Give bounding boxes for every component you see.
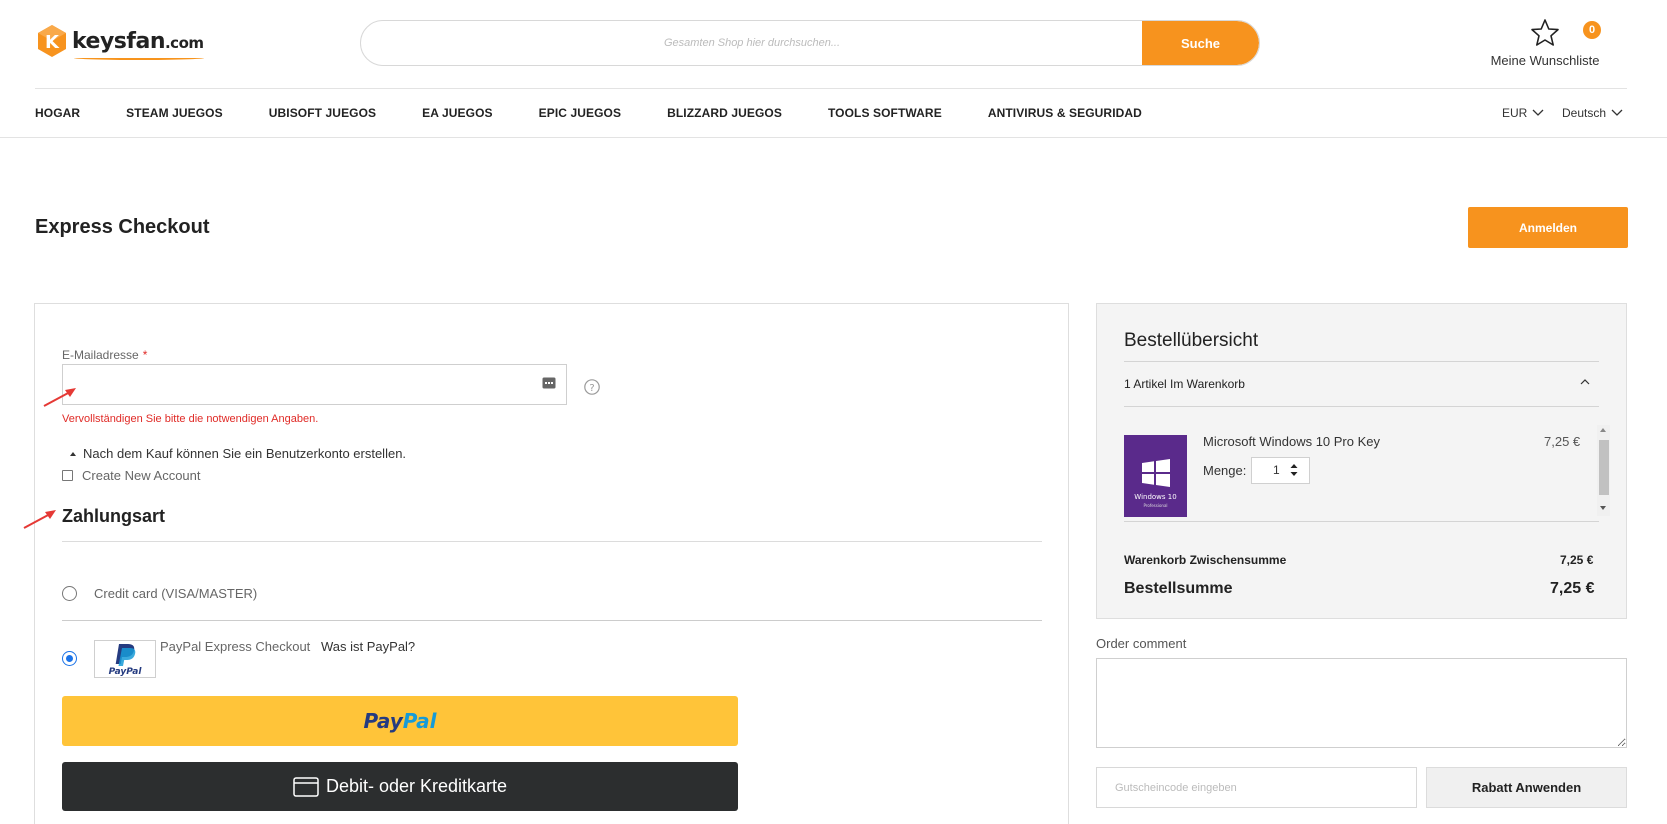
create-account-checkbox[interactable] (62, 470, 73, 481)
email-label: E-Mailadresse * (62, 348, 148, 362)
currency-label: EUR (1502, 106, 1528, 120)
language-label: Deutsch (1562, 106, 1607, 120)
paypal-logo: PayPal (94, 640, 156, 678)
chevron-down-icon (1611, 109, 1623, 116)
red-arrow-icon (23, 510, 56, 529)
site-logo[interactable]: K keysfan.com (35, 24, 204, 60)
currency-switcher[interactable]: EUR (1502, 106, 1544, 120)
nav-divider (0, 137, 1667, 138)
summary-divider (1124, 406, 1599, 407)
subtotal-value: 7,25 € (1560, 553, 1594, 567)
login-button[interactable]: Anmelden (1468, 207, 1628, 248)
create-account-label: Create New Account (82, 468, 201, 483)
svg-text:K: K (45, 32, 60, 53)
payment-option-divider (62, 620, 1042, 621)
red-arrow-icon (43, 388, 76, 407)
star-icon (1531, 19, 1559, 46)
wishlist-count-badge: 0 (1583, 21, 1601, 39)
nav-item-tools[interactable]: TOOLS SOFTWARE (828, 106, 942, 120)
search-button[interactable]: Suche (1142, 21, 1259, 65)
header-divider (35, 88, 1627, 89)
order-comment-label: Order comment (1096, 636, 1187, 651)
paypal-label[interactable]: PayPal Express Checkout (160, 639, 310, 654)
nav-item-blizzard[interactable]: BLIZZARD JUEGOS (667, 106, 782, 120)
credit-card-icon (293, 776, 319, 797)
total-value: 7,25 € (1550, 580, 1595, 597)
keyboard-icon[interactable] (542, 376, 556, 390)
product-image: Windows 10 Professional (1124, 435, 1187, 517)
svg-text:?: ? (589, 383, 594, 394)
order-comment-field[interactable] (1096, 658, 1627, 748)
payment-divider (62, 541, 1042, 542)
total-label: Bestellsumme (1124, 580, 1233, 597)
credit-card-label[interactable]: Credit card (VISA/MASTER) (94, 586, 257, 601)
what-is-paypal-link[interactable]: Was ist PayPal? (321, 639, 415, 654)
spinner-arrows-icon[interactable] (1290, 463, 1298, 477)
cart-scrollbar-thumb[interactable] (1599, 440, 1609, 495)
windows-logo-icon (1142, 459, 1170, 487)
logo-k-icon: K (38, 25, 66, 57)
product-price: 7,25 € (1544, 434, 1581, 449)
cart-count-toggle[interactable]: 1 Artikel Im Warenkorb (1124, 377, 1245, 391)
apply-coupon-button[interactable]: Rabatt Anwenden (1426, 767, 1627, 808)
page-title: Express Checkout (35, 216, 210, 238)
quantity-stepper[interactable]: 1 (1251, 457, 1310, 484)
debit-credit-card-button[interactable]: Debit- oder Kreditkarte (62, 762, 738, 811)
product-name: Microsoft Windows 10 Pro Key (1203, 434, 1381, 449)
scroll-down-icon[interactable] (1600, 506, 1606, 510)
caret-up-icon (70, 451, 76, 456)
chevron-up-icon[interactable] (1580, 378, 1590, 385)
chevron-down-icon (1532, 109, 1544, 116)
scroll-up-icon[interactable] (1600, 428, 1606, 432)
create-account-option[interactable]: Create New Account (62, 468, 201, 483)
nav-item-hogar[interactable]: HOGAR (35, 106, 80, 120)
summary-divider (1124, 521, 1599, 522)
email-error-message: Vervollständigen Sie bitte die notwendig… (62, 413, 319, 425)
credit-card-radio[interactable] (62, 586, 77, 601)
logo-text: keysfan.com (72, 29, 204, 60)
main-nav: HOGAR STEAM JUEGOS UBISOFT JUEGOS EA JUE… (35, 106, 1188, 120)
paypal-radio[interactable] (62, 651, 77, 666)
summary-divider (1124, 361, 1599, 362)
subtotal-label: Warenkorb Zwischensumme (1124, 553, 1287, 567)
wishlist-label: Meine Wunschliste (1490, 53, 1600, 68)
account-note: Nach dem Kauf können Sie ein Benutzerkon… (70, 446, 406, 461)
coupon-input[interactable] (1096, 767, 1417, 808)
summary-title: Bestellübersicht (1124, 330, 1259, 351)
nav-item-epic[interactable]: EPIC JUEGOS (539, 106, 621, 120)
paypal-logo-text: PayPal (109, 667, 143, 677)
payment-title: Zahlungsart (62, 506, 166, 526)
paypal-icon: PayPal (109, 644, 143, 677)
language-switcher[interactable]: Deutsch (1562, 106, 1623, 120)
help-icon[interactable]: ? (584, 379, 600, 395)
search-bar: Suche (360, 20, 1260, 66)
search-input[interactable] (361, 21, 1143, 65)
nav-item-antivirus[interactable]: ANTIVIRUS & SEGURIDAD (988, 106, 1142, 120)
nav-item-ubisoft[interactable]: UBISOFT JUEGOS (269, 106, 376, 120)
email-field[interactable] (62, 364, 567, 405)
quantity-label: Menge: (1203, 463, 1247, 478)
nav-item-ea[interactable]: EA JUEGOS (422, 106, 492, 120)
paypal-button[interactable]: Pay Pal (62, 696, 738, 746)
nav-item-steam[interactable]: STEAM JUEGOS (126, 106, 223, 120)
wishlist-link[interactable]: 0 Meine Wunschliste (1480, 18, 1610, 68)
